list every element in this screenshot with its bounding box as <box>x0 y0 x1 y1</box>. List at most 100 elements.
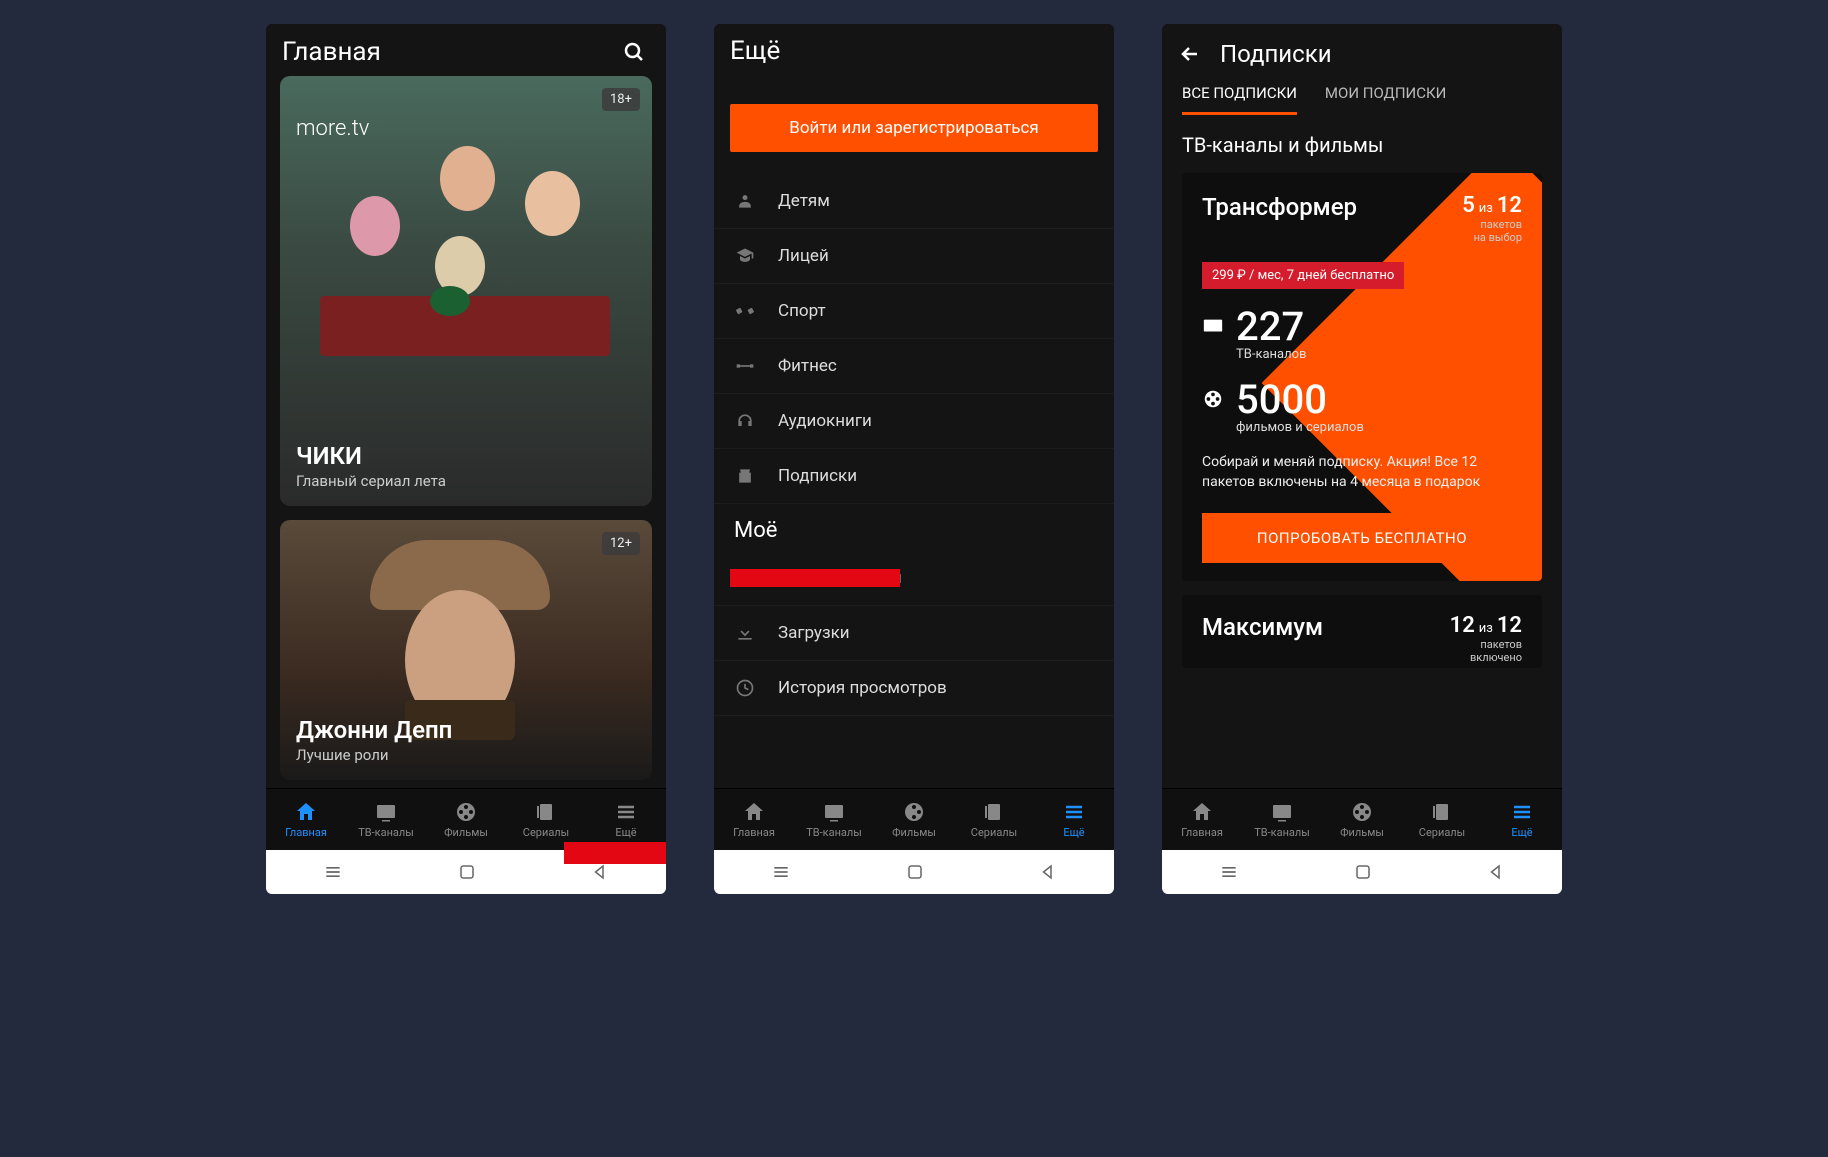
redaction-bar <box>730 569 900 587</box>
hero-card-depp[interactable]: 12+ Джонни Депп Лучшие роли <box>280 520 652 780</box>
menu-label: Загрузки <box>778 623 850 643</box>
back-nav-icon[interactable] <box>1487 863 1505 881</box>
menu-item-subscriptions[interactable]: Подписки <box>714 449 1114 504</box>
card-title: Джонни Депп <box>296 716 452 744</box>
menu-label: Фитнес <box>778 356 837 376</box>
tab-series[interactable]: Сериалы <box>506 789 586 850</box>
card-text: ЧИКИ Главный сериал лета <box>296 442 446 490</box>
plan-card-maximum[interactable]: Максимум 12 из 12 пакетов включено <box>1182 595 1542 668</box>
back-icon[interactable] <box>1178 42 1202 66</box>
section-label: ТВ-каналы и фильмы <box>1162 125 1562 167</box>
tab-label: ТВ-каналы <box>358 826 414 839</box>
back-nav-icon[interactable] <box>1039 863 1057 881</box>
section-title-my: Моё <box>714 504 1114 551</box>
search-icon[interactable] <box>618 36 650 68</box>
screen-more: Ещё Войти или зарегистрироваться Детям Л… <box>714 24 1114 894</box>
tab-series[interactable]: Сериалы <box>954 789 1034 850</box>
android-navbar <box>714 850 1114 894</box>
home-icon <box>294 800 318 824</box>
menu-item-history[interactable]: История просмотров <box>714 661 1114 716</box>
more-icon <box>1510 800 1534 824</box>
tab-home[interactable]: Главная <box>714 789 794 850</box>
menu-item-audiobooks[interactable]: Аудиокниги <box>714 394 1114 449</box>
home-icon <box>1190 800 1214 824</box>
sub-tab-my[interactable]: МОИ ПОДПИСКИ <box>1325 84 1446 115</box>
audio-icon <box>734 410 756 432</box>
film-icon <box>1350 800 1374 824</box>
screen-subscriptions: Подписки ВСЕ ПОДПИСКИ МОИ ПОДПИСКИ ТВ-ка… <box>1162 24 1562 894</box>
tab-more[interactable]: Ещё <box>1034 789 1114 850</box>
tabbar: Главная ТВ-каналы Фильмы Сериалы Ещё <box>1162 788 1562 850</box>
tab-label: Ещё <box>1511 826 1532 839</box>
tab-label: Сериалы <box>1419 826 1465 839</box>
film-icon <box>902 800 926 824</box>
sub-tab-all[interactable]: ВСЕ ПОДПИСКИ <box>1182 84 1297 115</box>
count-of: из <box>1479 201 1493 216</box>
more-icon <box>1062 800 1086 824</box>
tab-label: Фильмы <box>892 826 936 839</box>
tab-series[interactable]: Сериалы <box>1402 789 1482 850</box>
screen-home: Главная more.tv 18+ ЧИКИ Главный сериал … <box>266 24 666 894</box>
recent-apps-icon[interactable] <box>771 862 791 882</box>
menu-label: Аудиокниги <box>778 411 872 431</box>
history-icon <box>734 677 756 699</box>
count-sub: пакетов на выбор <box>1462 218 1522 244</box>
stat-num: 5000 <box>1236 380 1364 420</box>
stat-label: фильмов и сериалов <box>1236 420 1364 435</box>
card-subtitle: Лучшие роли <box>296 746 452 764</box>
tab-films[interactable]: Фильмы <box>1322 789 1402 850</box>
tab-films[interactable]: Фильмы <box>426 789 506 850</box>
stat-num: 227 <box>1236 307 1306 347</box>
series-icon <box>534 800 558 824</box>
page-title: Главная <box>282 37 618 67</box>
hero-card-chiki[interactable]: more.tv 18+ ЧИКИ Главный сериал лета <box>280 76 652 506</box>
tab-label: ТВ-каналы <box>1254 826 1310 839</box>
tab-more[interactable]: Ещё <box>586 789 666 850</box>
kids-icon <box>734 190 756 212</box>
menu-item-sport[interactable]: Спорт <box>714 284 1114 339</box>
home-nav-icon[interactable] <box>906 863 924 881</box>
subs-icon <box>734 465 756 487</box>
film-icon <box>454 800 478 824</box>
tab-tv[interactable]: ТВ-каналы <box>794 789 874 850</box>
back-nav-icon[interactable] <box>591 863 609 881</box>
home-nav-icon[interactable] <box>458 863 476 881</box>
tab-home[interactable]: Главная <box>1162 789 1242 850</box>
tab-films[interactable]: Фильмы <box>874 789 954 850</box>
login-button[interactable]: Войти или зарегистрироваться <box>730 104 1098 152</box>
plan-description: Собирай и меняй подписку. Акция! Все 12 … <box>1202 453 1522 492</box>
card-subtitle: Главный сериал лета <box>296 472 446 490</box>
count-big: 5 <box>1462 193 1475 218</box>
content-area: Ещё Войти или зарегистрироваться Детям Л… <box>714 24 1114 788</box>
menu-item-school[interactable]: Лицей <box>714 229 1114 284</box>
tv-icon <box>374 800 398 824</box>
age-badge: 18+ <box>602 88 640 111</box>
menu-item-fitness[interactable]: Фитнес <box>714 339 1114 394</box>
tab-label: Главная <box>1181 826 1223 839</box>
tab-more[interactable]: Ещё <box>1482 789 1562 850</box>
menu-item-kids[interactable]: Детям <box>714 174 1114 229</box>
brand-logo: more.tv <box>296 116 369 141</box>
android-navbar <box>1162 850 1562 894</box>
series-icon <box>982 800 1006 824</box>
age-badge: 12+ <box>602 532 640 555</box>
recent-apps-icon[interactable] <box>323 862 343 882</box>
tab-tv[interactable]: ТВ-каналы <box>346 789 426 850</box>
stat-channels: 227 ТВ-каналов <box>1202 307 1522 362</box>
recent-apps-icon[interactable] <box>1219 862 1239 882</box>
count-total: 12 <box>1497 613 1522 638</box>
tab-home[interactable]: Главная <box>266 789 346 850</box>
menu-item-downloads[interactable]: Загрузки <box>714 606 1114 661</box>
plan-card-transformer[interactable]: Трансформер 5 из 12 пакетов на выбор 299… <box>1182 173 1542 581</box>
card-title: ЧИКИ <box>296 442 446 470</box>
redaction-bar <box>564 842 666 864</box>
menu-label: История просмотров <box>778 678 947 698</box>
tab-tv[interactable]: ТВ-каналы <box>1242 789 1322 850</box>
stat-label: ТВ-каналов <box>1236 347 1306 362</box>
tabbar: Главная ТВ-каналы Фильмы Сериалы Ещё <box>266 788 666 850</box>
try-free-button[interactable]: ПОПРОБОВАТЬ БЕСПЛАТНО <box>1202 513 1522 563</box>
home-nav-icon[interactable] <box>1354 863 1372 881</box>
count-big: 12 <box>1450 613 1475 638</box>
menu-label: Подписки <box>778 466 857 486</box>
tab-label: Ещё <box>1063 826 1084 839</box>
